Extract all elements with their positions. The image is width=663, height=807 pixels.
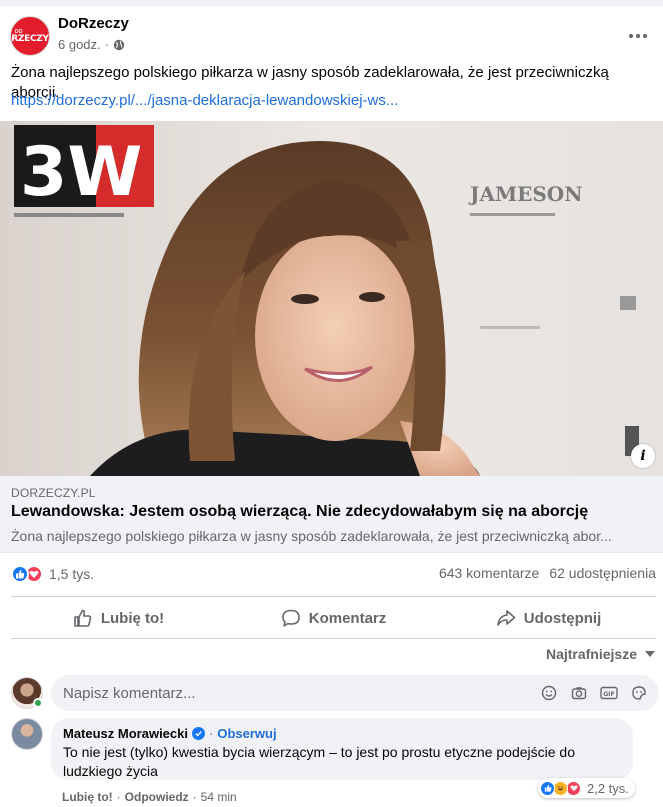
comment-actions: Lubię to! · Odpowiedz · 54 min	[62, 790, 237, 804]
chevron-down-icon	[645, 651, 655, 657]
haha-reaction-icon	[553, 780, 568, 796]
like-reaction-icon	[11, 565, 29, 583]
share-button[interactable]: Udostępnij	[441, 598, 656, 638]
comment-like-link[interactable]: Lubię to!	[62, 790, 113, 804]
thumbs-up-icon	[74, 609, 92, 627]
reactions-summary[interactable]: 1,5 tys.	[11, 565, 94, 583]
link-title: Lewandowska: Jestem osobą wierzącą. Nie …	[11, 503, 589, 520]
banner-3w-text: 3W	[20, 133, 142, 212]
verified-badge-icon	[192, 727, 205, 740]
logo-text: RZECZY	[11, 34, 49, 44]
comment-composer: GIF	[11, 675, 659, 711]
comment-author[interactable]: Mateusz Morawiecki	[63, 726, 188, 741]
share-arrow-icon	[496, 610, 516, 626]
action-bar: Lubię to! Komentarz Udostępnij	[11, 598, 656, 638]
banner-right-text: JAMESON	[468, 182, 583, 206]
more-options-button[interactable]	[624, 22, 652, 50]
like-button[interactable]: Lubię to!	[11, 598, 226, 638]
follow-button[interactable]: Obserwuj	[217, 726, 276, 741]
comment-author-row: Mateusz Morawiecki · Obserwuj	[63, 726, 621, 741]
globe-icon[interactable]	[113, 39, 125, 51]
divider-bottom	[11, 638, 656, 639]
comment-reply-link[interactable]: Odpowiedz	[125, 790, 189, 804]
info-icon: i	[640, 448, 646, 464]
comment-action-separator: ·	[192, 790, 197, 804]
divider-top	[11, 596, 656, 597]
comment-author-avatar[interactable]	[11, 718, 43, 750]
comment-button[interactable]: Komentarz	[226, 598, 441, 638]
emoji-icon[interactable]	[539, 683, 559, 703]
post-stats: 1,5 tys. 643 komentarze 62 udostępnienia	[11, 565, 656, 585]
shares-count[interactable]: 62 udostępnienia	[549, 565, 656, 581]
sticker-icon[interactable]	[629, 683, 649, 703]
page-name[interactable]: DoRzeczy	[58, 15, 129, 32]
ellipsis-icon	[629, 34, 647, 38]
post-link[interactable]: https://dorzeczy.pl/.../jasna-deklaracja…	[11, 91, 398, 111]
like-label: Lubię to!	[100, 609, 165, 627]
author-separator: ·	[209, 726, 214, 741]
comment-bubble: Mateusz Morawiecki · Obserwuj To nie jes…	[51, 718, 633, 780]
comment-sort-dropdown[interactable]: Najtrafniejsze	[546, 646, 655, 662]
top-strip	[0, 0, 663, 6]
link-preview-card[interactable]: DORZECZY.PL Lewandowska: Jestem osobą wi…	[0, 476, 663, 553]
composer-icons: GIF	[539, 683, 649, 703]
comment-time[interactable]: 54 min	[201, 790, 237, 804]
link-preview-image[interactable]: 3W JAMESON i	[0, 121, 663, 476]
love-reaction-icon	[566, 780, 581, 796]
stats-right: 643 komentarze 62 udostępnienia	[439, 565, 656, 581]
comment-action-separator: ·	[116, 790, 121, 804]
post-header: DO RZECZY DoRzeczy 6 godz. ·	[10, 14, 660, 58]
online-status-dot	[33, 698, 43, 708]
reaction-count: 1,5 tys.	[49, 566, 95, 582]
comment-text: To nie jest (tylko) kwestia bycia wierzą…	[63, 744, 576, 779]
camera-icon[interactable]	[569, 683, 589, 703]
photo-illustration: 3W JAMESON	[0, 121, 663, 476]
logo-small-text: DO	[15, 29, 23, 35]
like-reaction-icon	[540, 780, 555, 796]
link-domain: DORZECZY.PL	[11, 486, 96, 500]
info-button[interactable]: i	[631, 444, 655, 468]
post-meta: 6 godz. ·	[58, 37, 125, 52]
speech-bubble-icon	[281, 609, 300, 627]
comment-reaction-count: 2,2 tys.	[587, 780, 629, 796]
comments-count[interactable]: 643 komentarze	[439, 565, 539, 581]
comment-label: Komentarz	[308, 609, 387, 627]
gif-text: GIF	[603, 691, 614, 698]
post-time[interactable]: 6 godz.	[58, 37, 101, 52]
meta-separator: ·	[104, 37, 109, 52]
comment-reactions[interactable]: 2,2 tys.	[538, 778, 635, 798]
link-description: Żona najlepszego polskiego piłkarza w ja…	[11, 528, 612, 544]
sort-label: Najtrafniejsze	[545, 646, 637, 662]
page-avatar[interactable]: DO RZECZY	[10, 16, 50, 56]
gif-icon[interactable]: GIF	[599, 683, 619, 703]
share-label: Udostępnij	[523, 609, 602, 627]
